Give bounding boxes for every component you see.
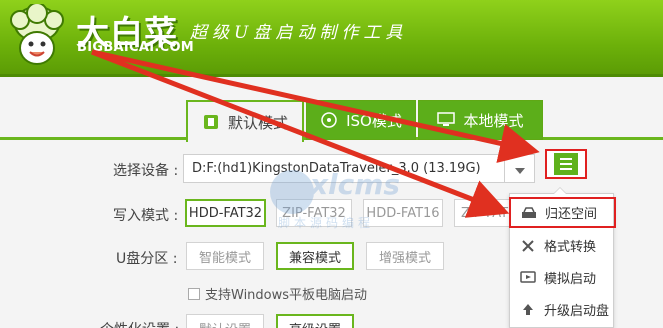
write-mode-option-zip-fat32[interactable]: ZIP-FAT32 (276, 199, 352, 227)
tablet-boot-checkbox-label: 支持Windows平板电脑启动 (205, 288, 368, 303)
brand-domain: BIGBAICAI.COM (77, 40, 195, 55)
chevron-down-icon (514, 159, 525, 178)
personalize-option-advanced[interactable]: 高级设置 (276, 314, 354, 328)
app-window: 大白菜 BIGBAICAI.COM 超级U盘启动制作工具 默认模式 ISO模式 … (0, 0, 663, 328)
personalize-label: 个性化设置 : (100, 319, 179, 328)
partition-label: U盘分区 : (116, 251, 178, 267)
partition-option-smart[interactable]: 智能模式 (186, 242, 264, 270)
checkbox-box[interactable] (188, 287, 200, 300)
disc-icon (320, 111, 338, 129)
menu-item-label: 升级启动盘 (544, 304, 610, 319)
tab-iso-mode[interactable]: ISO模式 (306, 100, 416, 140)
convert-icon (520, 238, 536, 254)
hamburger-menu-icon (554, 153, 578, 175)
device-select[interactable]: D:F:(hd1)KingstonDataTraveler_3.0 (13.19… (183, 154, 505, 183)
upgrade-icon (520, 302, 536, 318)
tab-default-mode[interactable]: 默认模式 (186, 100, 304, 142)
app-header: 大白菜 BIGBAICAI.COM 超级U盘启动制作工具 (0, 0, 663, 77)
partition-option-compatible[interactable]: 兼容模式 (276, 242, 354, 270)
monitor-icon (437, 111, 456, 129)
device-label: 选择设备 : (113, 163, 179, 179)
tab-label: ISO模式 (346, 111, 402, 130)
write-mode-option-zip-fat[interactable]: ZIP-FAT (454, 199, 514, 227)
partition-option-enhanced[interactable]: 增强模式 (366, 242, 444, 270)
tab-label: 默认模式 (227, 113, 288, 132)
menu-item-label: 归还空间 (545, 207, 598, 222)
restore-icon (521, 205, 537, 221)
menu-item-restore-space[interactable]: 归还空间 (509, 197, 616, 228)
write-mode-option-hdd-fat16[interactable]: HDD-FAT16 (363, 199, 443, 227)
mode-tab-bar: 默认模式 ISO模式 本地模式 (0, 100, 663, 142)
menu-item-upgrade-boot-disk[interactable]: 升级启动盘 (510, 294, 615, 325)
device-select-arrow[interactable] (505, 154, 535, 183)
write-mode-option-hdd-fat32[interactable]: HDD-FAT32 (185, 199, 266, 227)
menu-item-format-convert[interactable]: 格式转换 (510, 230, 615, 261)
menu-item-simulate-boot[interactable]: 模拟启动 (510, 262, 615, 293)
brand-slogan: 超级U盘启动制作工具 (190, 23, 408, 43)
menu-button[interactable] (545, 149, 587, 179)
personalize-option-default[interactable]: 默认设置 (186, 314, 264, 328)
menu-item-label: 格式转换 (544, 240, 597, 255)
tab-local-mode[interactable]: 本地模式 (418, 100, 543, 140)
tab-label: 本地模式 (463, 111, 524, 130)
write-mode-label: 写入模式 : (113, 208, 179, 224)
tools-dropdown-menu: 归还空间 格式转换 模拟启动 升级启动盘 (509, 187, 616, 328)
usb-icon (202, 113, 220, 131)
cabbage-mascot-logo (10, 4, 64, 65)
simulate-icon (520, 270, 536, 286)
tablet-boot-checkbox[interactable]: 支持Windows平板电脑启动 (188, 284, 367, 303)
menu-item-label: 模拟启动 (544, 272, 597, 287)
